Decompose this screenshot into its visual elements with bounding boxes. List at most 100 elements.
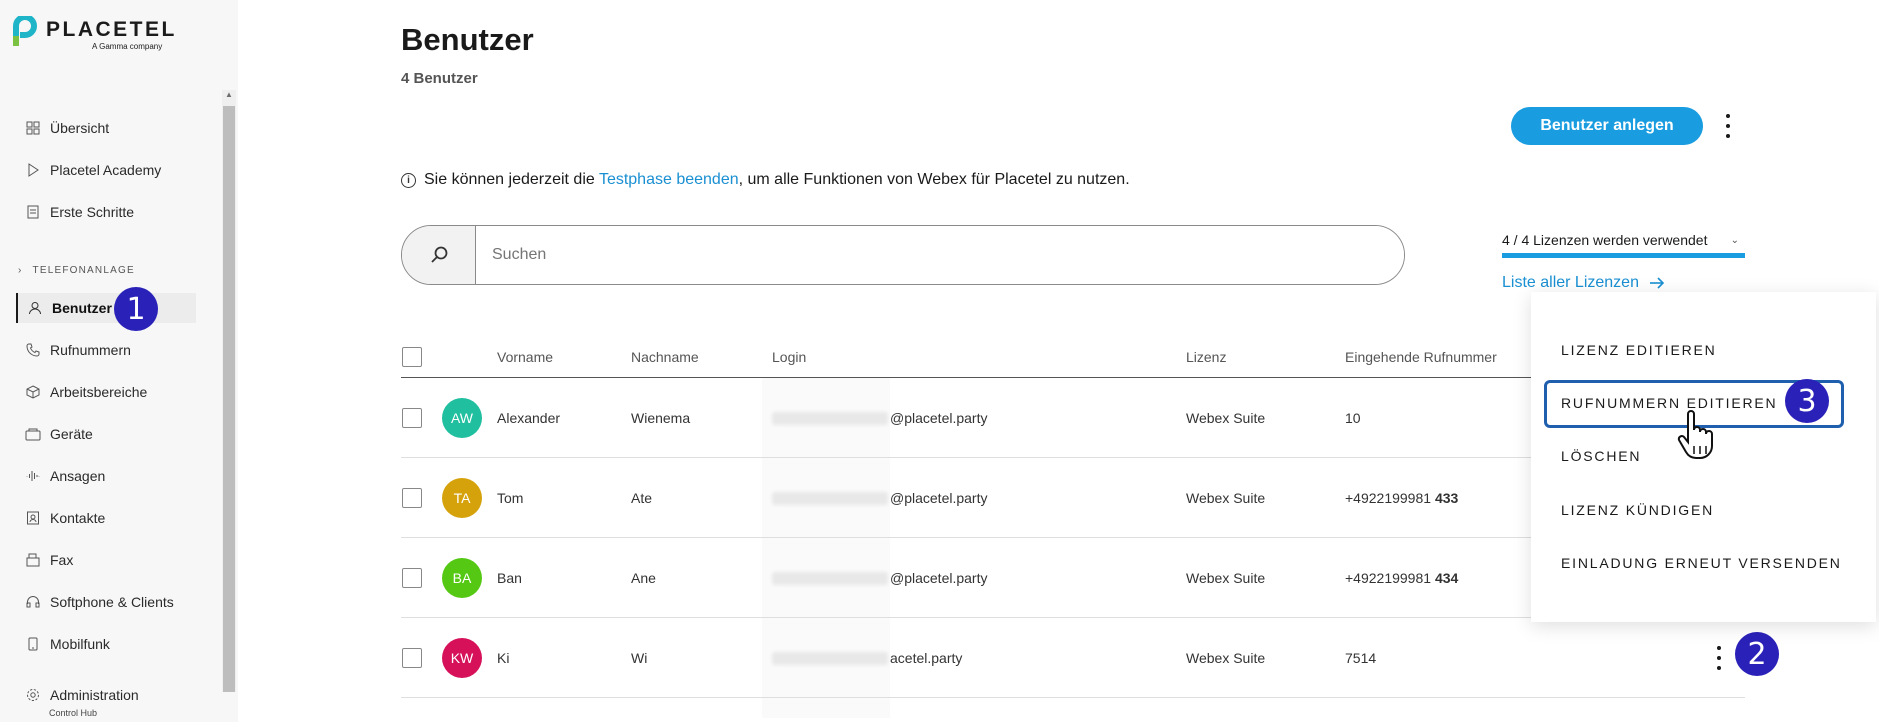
sidebar-item-erste-schritte[interactable]: Erste Schritte <box>16 197 196 227</box>
sidebar-item-ansagen[interactable]: Ansagen <box>16 461 196 491</box>
admin-sublabel: Control Hub <box>49 708 98 718</box>
column-header-vorname[interactable]: Vorname <box>497 349 553 365</box>
step-badge-2: 2 <box>1735 632 1779 676</box>
cell-rufnummer: 10 <box>1345 410 1361 426</box>
menu-item-loeschen[interactable]: LÖSCHEN <box>1561 448 1641 464</box>
info-text-after: , um alle Funktionen von Webex für Place… <box>738 171 1130 188</box>
sidebar-item-kontakte[interactable]: Kontakte <box>16 503 196 533</box>
license-list-link[interactable]: Liste aller Lizenzen <box>1502 274 1665 292</box>
redacted-text <box>772 491 888 505</box>
sidebar-item-fax[interactable]: Fax <box>16 545 196 575</box>
redacted-text <box>772 411 888 425</box>
more-options-icon[interactable] <box>1723 114 1733 138</box>
number-prefix: 7514 <box>1345 650 1377 666</box>
section-label: TELEFONANLAGE <box>32 265 135 276</box>
cell-nachname: Wienema <box>631 410 691 426</box>
sidebar-item-label: Ansagen <box>50 468 106 484</box>
user-count: 4 Benutzer <box>401 70 478 87</box>
cell-rufnummer: +4922199981 434 <box>1345 570 1458 586</box>
sidebar-item-softphone[interactable]: Softphone & Clients <box>16 587 196 617</box>
row-checkbox[interactable] <box>402 568 422 588</box>
license-usage-bar <box>1502 253 1745 258</box>
sidebar-section-telefonanlage[interactable]: › TELEFONANLAGE <box>18 265 135 276</box>
end-trial-link[interactable]: Testphase beenden <box>599 171 739 188</box>
info-banner: i Sie können jederzeit die Testphase bee… <box>401 171 1130 189</box>
brand-name: PLACETEL <box>46 18 177 41</box>
search-button[interactable] <box>402 226 476 284</box>
audio-wave-icon <box>24 467 42 485</box>
document-icon <box>24 203 42 221</box>
license-usage-dropdown[interactable]: 4 / 4 Lizenzen werden verwendet ⌄ <box>1502 225 1745 255</box>
license-list-label: Liste aller Lizenzen <box>1502 274 1639 291</box>
number-prefix: +4922199981 <box>1345 490 1435 506</box>
number-extension: 434 <box>1434 570 1459 586</box>
chevron-right-icon: › <box>18 265 23 276</box>
column-header-nachname[interactable]: Nachname <box>631 349 699 365</box>
info-text: Sie können jederzeit die Testphase beend… <box>424 171 1130 189</box>
sidebar-item-benutzer[interactable]: Benutzer <box>16 293 196 323</box>
login-domain: @placetel.party <box>890 570 988 586</box>
number-prefix: 10 <box>1345 410 1361 426</box>
sidebar-item-label: Arbeitsbereiche <box>50 384 148 400</box>
row-checkbox[interactable] <box>402 648 422 668</box>
sidebar-item-academy[interactable]: Placetel Academy <box>16 155 196 185</box>
cell-vorname: Alexander <box>497 410 561 426</box>
sidebar-item-uebersicht[interactable]: Übersicht <box>16 113 196 143</box>
cell-login: acetel.party <box>772 650 962 666</box>
sidebar-item-mobilfunk[interactable]: Mobilfunk <box>16 629 196 659</box>
login-domain: @placetel.party <box>890 410 988 426</box>
sidebar-item-label: Benutzer <box>52 300 112 316</box>
menu-item-lizenz-kuendigen[interactable]: LIZENZ KÜNDIGEN <box>1561 502 1714 518</box>
sidebar-item-label: Mobilfunk <box>50 636 110 652</box>
column-header-login[interactable]: Login <box>772 349 806 365</box>
row-checkbox[interactable] <box>402 408 422 428</box>
page-title: Benutzer <box>401 22 534 57</box>
cell-login: @placetel.party <box>772 490 987 506</box>
menu-item-rufnummern-editieren[interactable]: RUFNUMMERN EDITIEREN <box>1561 395 1777 411</box>
sidebar: PLACETEL A Gamma company ▲ Übersicht Pla… <box>0 0 238 722</box>
search-icon <box>430 246 447 263</box>
scrollbar-thumb[interactable] <box>223 106 235 692</box>
search-input[interactable] <box>476 226 1404 284</box>
menu-item-lizenz-editieren[interactable]: LIZENZ EDITIEREN <box>1561 342 1717 358</box>
redacted-text <box>772 571 888 585</box>
row-checkbox[interactable] <box>402 488 422 508</box>
sidebar-item-rufnummern[interactable]: Rufnummern <box>16 335 196 365</box>
brand-tagline: A Gamma company <box>92 42 163 51</box>
row-actions-icon[interactable] <box>1714 646 1724 670</box>
cell-vorname: Ki <box>497 650 510 666</box>
sidebar-item-geraete[interactable]: Geräte <box>16 419 196 449</box>
sidebar-item-administration[interactable]: Administration <box>16 680 196 710</box>
cell-lizenz: Webex Suite <box>1186 570 1266 586</box>
cell-vorname: Ban <box>497 570 522 586</box>
create-user-button[interactable]: Benutzer anlegen <box>1511 107 1703 145</box>
login-domain: acetel.party <box>890 650 963 666</box>
column-header-eingehende-rufnummer[interactable]: Eingehende Rufnummer <box>1345 349 1497 365</box>
arrow-right-icon <box>1649 277 1665 289</box>
sidebar-scrollbar[interactable]: ▲ <box>222 90 236 692</box>
sidebar-item-label: Kontakte <box>50 510 106 526</box>
sidebar-item-label: Übersicht <box>50 120 110 136</box>
scroll-up-arrow-icon[interactable]: ▲ <box>224 90 234 100</box>
fax-icon <box>24 551 42 569</box>
sidebar-item-arbeitsbereiche[interactable]: Arbeitsbereiche <box>16 377 196 407</box>
placetel-logo[interactable]: PLACETEL A Gamma company <box>12 14 174 53</box>
column-header-lizenz[interactable]: Lizenz <box>1186 349 1226 365</box>
number-extension: 433 <box>1434 490 1459 506</box>
hand-cursor-icon <box>1677 410 1713 459</box>
cell-nachname: Ate <box>631 490 653 506</box>
step-badge-1: 1 <box>114 287 158 331</box>
logo-mark-icon <box>13 14 37 46</box>
sidebar-item-label: Rufnummern <box>50 342 131 358</box>
chevron-down-icon: ⌄ <box>1730 234 1739 246</box>
select-all-checkbox[interactable] <box>402 347 422 367</box>
avatar: TA <box>442 478 482 518</box>
user-icon <box>26 299 44 317</box>
login-domain: @placetel.party <box>890 490 988 506</box>
cell-login: @placetel.party <box>772 410 987 426</box>
info-icon: i <box>401 172 416 188</box>
cell-lizenz: Webex Suite <box>1186 650 1266 666</box>
menu-item-einladung-erneut-versenden[interactable]: EINLADUNG ERNEUT VERSENDEN <box>1561 555 1842 571</box>
gear-icon <box>24 686 42 704</box>
sidebar-item-label: Erste Schritte <box>50 204 135 220</box>
